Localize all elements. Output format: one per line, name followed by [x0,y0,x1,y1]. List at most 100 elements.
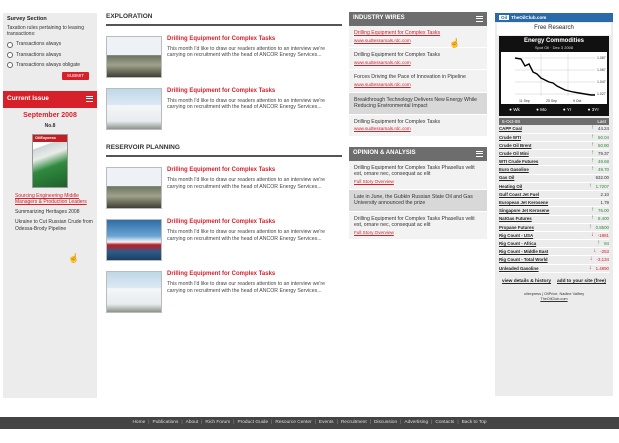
commodity-row[interactable]: Heating Oil ↑ 1.7207 [499,183,609,191]
wire-source-link[interactable]: www.sudtessarsals.rdc.com [354,38,482,44]
commodity-row[interactable]: Rig Count - Middle East ↓ -253 [499,248,609,257]
issue-item[interactable]: Summarizing Heritages 2008 [15,209,93,215]
opinion-item[interactable]: Late in June, the Gubkin Russian State O… [349,189,487,212]
commodity-row[interactable]: Rig Count - Total World ↓ -3,134 [499,256,609,265]
footer-link[interactable]: Publications [153,420,179,426]
magazine-cover[interactable]: OilExpress [32,134,68,189]
article-title-link[interactable]: Drilling Equipment for Complex Tasks [167,36,342,44]
commodity-name-link[interactable]: Euro Gasoline [499,167,529,173]
article-thumbnail[interactable] [106,271,162,314]
wire-source-link[interactable]: www.sudtessarsals.rdc.com [354,82,482,88]
wire-headline[interactable]: Breakthrough Technology Delivers New Ene… [354,97,477,110]
commodity-row[interactable]: WTI Crude Futures ↑ 49.68 [499,158,609,167]
commodity-name-link[interactable]: CAPP Coal [499,126,522,132]
wire-headline[interactable]: Forces Driving the Pace of Innovation in… [354,74,466,80]
credit-site[interactable]: TheOilClub.com [495,297,613,302]
footer-link[interactable]: Recruitment [341,420,367,426]
menu-icon[interactable] [476,16,483,22]
wire-item[interactable]: Forces Driving the Pace of Innovation in… [349,70,487,93]
radio-button[interactable] [7,62,13,68]
radio-button[interactable] [7,41,13,48]
commodity-name-link[interactable]: Rig Count - Africa [499,241,536,247]
wire-item[interactable]: Drilling Equipment for Complex Tasks www… [349,26,487,49]
footer-link[interactable]: Rich Forum [205,420,230,426]
opinion-link[interactable]: Full Story Overview [354,179,482,185]
range-option[interactable]: 3Yr [588,107,599,113]
commodity-row[interactable]: European Jet Kerosene 1.79 [499,199,609,208]
issue-item[interactable]: Ukraine to Cut Russian Crude from Odessa… [15,219,93,232]
commodity-row[interactable]: Rig Count - Africa ↑ 94 [499,240,609,249]
wire-source-link[interactable]: www.sudtessarsals.rdc.com [354,60,482,66]
article-title-link[interactable]: Drilling Equipment for Complex Tasks [167,219,342,227]
range-option[interactable]: Wk [509,107,520,113]
menu-icon[interactable] [86,96,93,103]
commodity-name-link[interactable]: Crude Oil Brent [499,143,531,149]
commodity-name-link[interactable]: Propane Futures [499,225,534,231]
commodity-name-link[interactable]: Crude Oil Mini [499,151,529,157]
footer-link[interactable]: Advertising [404,420,428,426]
radio-button[interactable] [7,51,13,58]
article-thumbnail[interactable] [106,167,162,210]
commodity-row[interactable]: Rig Count - USA ↓ -1881 [499,232,609,241]
add-to-site-link[interactable]: add to your site (free) [557,279,606,285]
commodity-name-link[interactable]: Rig Count - Total World [499,257,548,263]
commodity-row[interactable]: Gulf Coast Jet Fuel 2.10 [499,191,609,200]
survey-submit-button[interactable]: SUBMIT [61,72,89,80]
commodity-row[interactable]: Crude Oil Mini ↑ 79.37 [499,150,609,159]
opinion-headline[interactable]: Drilling Equipment for Complex Tasks Pha… [354,216,475,229]
commodity-name-link[interactable]: Gulf Coast Jet Fuel [499,192,539,198]
footer-link[interactable]: Resource Center [275,420,311,426]
article-title-link[interactable]: Drilling Equipment for Complex Tasks [167,88,342,96]
opinion-headline[interactable]: Late in June, the Gubkin Russian State O… [354,194,473,207]
footer-link[interactable]: About [186,420,199,426]
commodity-name-link[interactable]: European Jet Kerosene [499,200,548,206]
wire-item[interactable]: Drilling Equipment for Complex Tasks www… [349,114,487,137]
footer-link[interactable]: Contacts [435,420,454,426]
commodity-row[interactable]: Propane Futures ↑ 0.8500 [499,224,609,232]
article-thumbnail[interactable] [106,36,162,79]
oilclub-logo[interactable]: Oil TheOilClub.com [495,13,613,22]
commodity-row[interactable]: Unleaded Gasoline ↓ 1.4890 [499,265,609,273]
wire-headline[interactable]: Drilling Equipment for Complex Tasks [354,119,440,125]
commodity-row[interactable]: Crude WTI ↑ 60.04 [499,134,609,142]
opinion-link[interactable]: Full Story Overview [354,230,482,236]
wire-item[interactable]: Drilling Equipment for Complex Tasks www… [349,48,487,71]
free-research-label[interactable]: Free Research [497,23,611,35]
commodity-name-link[interactable]: Gas Oil [499,175,514,181]
commodity-name-link[interactable]: Heating Oil [499,184,522,190]
opinion-item[interactable]: Drilling Equipment for Complex Tasks Pha… [349,211,487,241]
cover-story-link[interactable]: Sourcing Engineering Middle Managers & P… [15,193,93,205]
opinion-item[interactable]: Drilling Equipment for Complex Tasks Pha… [349,160,487,190]
survey-option-3[interactable]: Transactions always obligate [7,62,93,68]
view-details-link[interactable]: view details & history [502,279,551,285]
commodity-row[interactable]: Euro Gasoline ↑ 49.70 [499,166,609,175]
wire-item[interactable]: Breakthrough Technology Delivers New Ene… [349,92,487,115]
commodity-row[interactable]: Singapore Jet Kerosene ↑ 76.00 [499,207,609,216]
range-option[interactable]: Yr [563,107,572,113]
commodity-name-link[interactable]: Rig Count - Middle East [499,249,548,255]
commodity-name-link[interactable]: WTI Crude Futures [499,159,538,165]
range-option[interactable]: Mo [536,107,546,113]
article-title-link[interactable]: Drilling Equipment for Complex Tasks [167,167,342,175]
commodity-row[interactable]: CAPP Coal ↑ 44.24 [499,125,609,134]
commodity-row[interactable]: Gas Oil 632.00 [499,175,609,183]
footer-link[interactable]: Product Guide [237,420,268,426]
commodity-name-link[interactable]: Unleaded Gasoline [499,266,539,272]
commodity-name-link[interactable]: Singapore Jet Kerosene [499,208,549,214]
footer-link[interactable]: Discussion [374,420,397,426]
article-thumbnail[interactable] [106,219,162,262]
article-thumbnail[interactable] [106,88,162,131]
survey-option-2[interactable]: Transactions always [7,52,93,58]
footer-link[interactable]: Home [132,420,145,426]
commodity-name-link[interactable]: Rig Count - USA [499,233,533,239]
commodity-row[interactable]: NatGas Futures ↑ 8.400 [499,215,609,224]
wire-headline[interactable]: Drilling Equipment for Complex Tasks [354,52,440,58]
commodity-name-link[interactable]: Crude WTI [499,135,521,141]
commodity-row[interactable]: Crude Oil Brent ↑ 60.80 [499,142,609,151]
footer-link[interactable]: Back to Top [462,420,487,426]
wire-source-link[interactable]: www.sudtessarsals.rdc.com [354,126,482,132]
commodity-name-link[interactable]: NatGas Futures [499,216,532,222]
article-title-link[interactable]: Drilling Equipment for Complex Tasks [167,271,342,279]
opinion-headline[interactable]: Drilling Equipment for Complex Tasks Pha… [354,165,475,178]
footer-link[interactable]: Events [319,420,334,426]
